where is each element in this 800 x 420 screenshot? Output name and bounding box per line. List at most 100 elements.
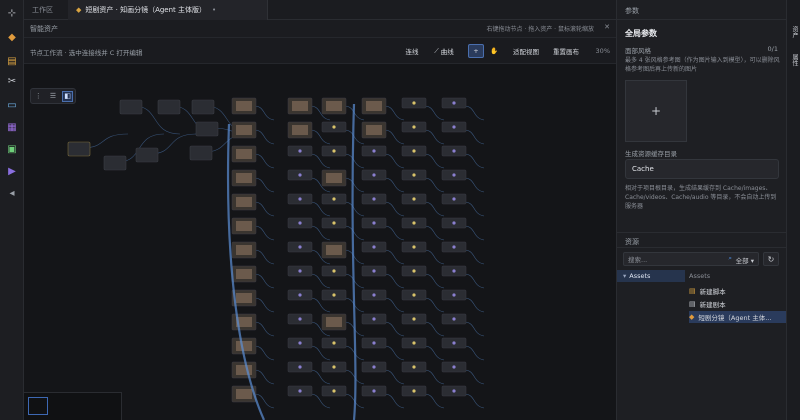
node-port-icon[interactable] — [332, 221, 336, 225]
graph-node[interactable] — [157, 99, 181, 115]
node-port-icon[interactable] — [298, 245, 302, 249]
node-port-icon[interactable] — [298, 365, 302, 369]
image-thumbnail[interactable] — [292, 125, 308, 135]
add-node-button[interactable]: + — [468, 44, 484, 58]
graph-node[interactable] — [135, 147, 159, 163]
node-port-icon[interactable] — [452, 149, 456, 153]
hand-tool-button[interactable]: ✋ — [486, 44, 502, 58]
reset-canvas-button[interactable]: 重置画布 — [548, 44, 584, 58]
upload-image-button[interactable]: + — [625, 80, 687, 142]
node-port-icon[interactable] — [332, 365, 336, 369]
node-port-icon[interactable] — [412, 341, 416, 345]
node-port-icon[interactable] — [372, 245, 376, 249]
node-port-icon[interactable] — [372, 269, 376, 273]
image-thumbnail[interactable] — [326, 317, 342, 327]
node-port-icon[interactable] — [372, 341, 376, 345]
node-port-icon[interactable] — [452, 269, 456, 273]
node-port-icon[interactable] — [452, 245, 456, 249]
add-node-icon[interactable]: ⊹ — [4, 6, 20, 20]
document-icon[interactable]: ▤ — [4, 54, 20, 68]
node-port-icon[interactable] — [372, 173, 376, 177]
side-tab-properties[interactable]: 属性 — [790, 54, 799, 66]
speaker-icon[interactable]: ◂ — [4, 186, 20, 200]
side-tab-assets[interactable]: 资产 — [790, 26, 799, 38]
image-icon[interactable]: ▣ — [4, 142, 20, 156]
tools-icon[interactable]: ✂ — [4, 74, 20, 88]
node-port-icon[interactable] — [372, 197, 376, 201]
image-thumbnail[interactable] — [236, 245, 252, 255]
fit-view-button[interactable]: 适配视图 — [508, 44, 544, 58]
node-port-icon[interactable] — [452, 365, 456, 369]
node-port-icon[interactable] — [412, 245, 416, 249]
node-port-icon[interactable] — [332, 197, 336, 201]
image-thumbnail[interactable] — [366, 125, 382, 135]
node-port-icon[interactable] — [298, 389, 302, 393]
image-thumbnail[interactable] — [326, 173, 342, 183]
graph-node[interactable] — [119, 99, 143, 115]
image-thumbnail[interactable] — [236, 125, 252, 135]
node-port-icon[interactable] — [372, 149, 376, 153]
graph-node[interactable] — [189, 145, 213, 161]
image-thumbnail[interactable] — [326, 245, 342, 255]
graph-node[interactable] — [67, 141, 91, 157]
node-port-icon[interactable] — [298, 149, 302, 153]
node-port-icon[interactable] — [298, 197, 302, 201]
node-port-icon[interactable] — [372, 317, 376, 321]
film-icon[interactable]: ▦ — [4, 120, 20, 134]
tab-storyboard[interactable]: ◆ 短剧资产 · 知画分镜（Agent 主体版） • — [68, 0, 268, 20]
node-port-icon[interactable] — [452, 173, 456, 177]
file-item[interactable]: ◆ 短剧分镜（Agent 主体... — [689, 311, 787, 323]
book-icon[interactable]: ▭ — [4, 98, 20, 112]
node-port-icon[interactable] — [412, 317, 416, 321]
image-thumbnail[interactable] — [292, 101, 308, 111]
image-thumbnail[interactable] — [236, 101, 252, 111]
node-port-icon[interactable] — [452, 341, 456, 345]
node-graph[interactable] — [24, 64, 616, 420]
package-icon[interactable]: ◆ — [4, 30, 20, 44]
image-thumbnail[interactable] — [236, 389, 252, 399]
node-port-icon[interactable] — [452, 101, 456, 105]
node-port-icon[interactable] — [452, 221, 456, 225]
breadcrumb[interactable]: 智能资产 — [30, 24, 58, 34]
node-port-icon[interactable] — [412, 125, 416, 129]
node-port-icon[interactable] — [298, 341, 302, 345]
image-thumbnail[interactable] — [236, 293, 252, 303]
node-port-icon[interactable] — [298, 173, 302, 177]
tab-modified-indicator[interactable]: • — [212, 6, 216, 14]
node-canvas[interactable]: ⋮ ☰ ◧ — [24, 64, 616, 420]
image-thumbnail[interactable] — [236, 365, 252, 375]
image-thumbnail[interactable] — [236, 197, 252, 207]
node-port-icon[interactable] — [298, 269, 302, 273]
asset-search-input[interactable]: 搜索... ⌕ 全部 ▾ — [623, 252, 759, 266]
node-port-icon[interactable] — [372, 293, 376, 297]
node-port-icon[interactable] — [298, 293, 302, 297]
panel-view-icon[interactable]: ◧ — [62, 90, 74, 102]
list-view-icon[interactable]: ☰ — [47, 91, 58, 102]
node-port-icon[interactable] — [298, 317, 302, 321]
node-port-icon[interactable] — [332, 293, 336, 297]
node-port-icon[interactable] — [452, 389, 456, 393]
cache-dir-input[interactable]: Cache — [625, 159, 779, 179]
node-port-icon[interactable] — [452, 125, 456, 129]
node-port-icon[interactable] — [332, 125, 336, 129]
more-icon[interactable]: ⋮ — [33, 91, 44, 102]
node-port-icon[interactable] — [332, 149, 336, 153]
minimap-viewport[interactable] — [28, 397, 48, 415]
image-thumbnail[interactable] — [326, 101, 342, 111]
image-thumbnail[interactable] — [236, 173, 252, 183]
node-port-icon[interactable] — [412, 197, 416, 201]
node-port-icon[interactable] — [332, 269, 336, 273]
node-port-icon[interactable] — [372, 365, 376, 369]
node-port-icon[interactable] — [412, 269, 416, 273]
minimap[interactable] — [24, 392, 122, 420]
refresh-button[interactable]: ↻ — [763, 252, 779, 266]
node-port-icon[interactable] — [412, 221, 416, 225]
image-thumbnail[interactable] — [236, 149, 252, 159]
node-port-icon[interactable] — [372, 389, 376, 393]
tab-workspace[interactable]: 工作区 — [24, 0, 68, 20]
image-thumbnail[interactable] — [366, 101, 382, 111]
connect-button[interactable]: 连线 — [400, 44, 424, 58]
image-thumbnail[interactable] — [236, 341, 252, 351]
curve-button[interactable]: ⟋ 曲线 — [428, 44, 460, 58]
file-item[interactable]: ▤ 新建脚本 — [689, 285, 787, 297]
